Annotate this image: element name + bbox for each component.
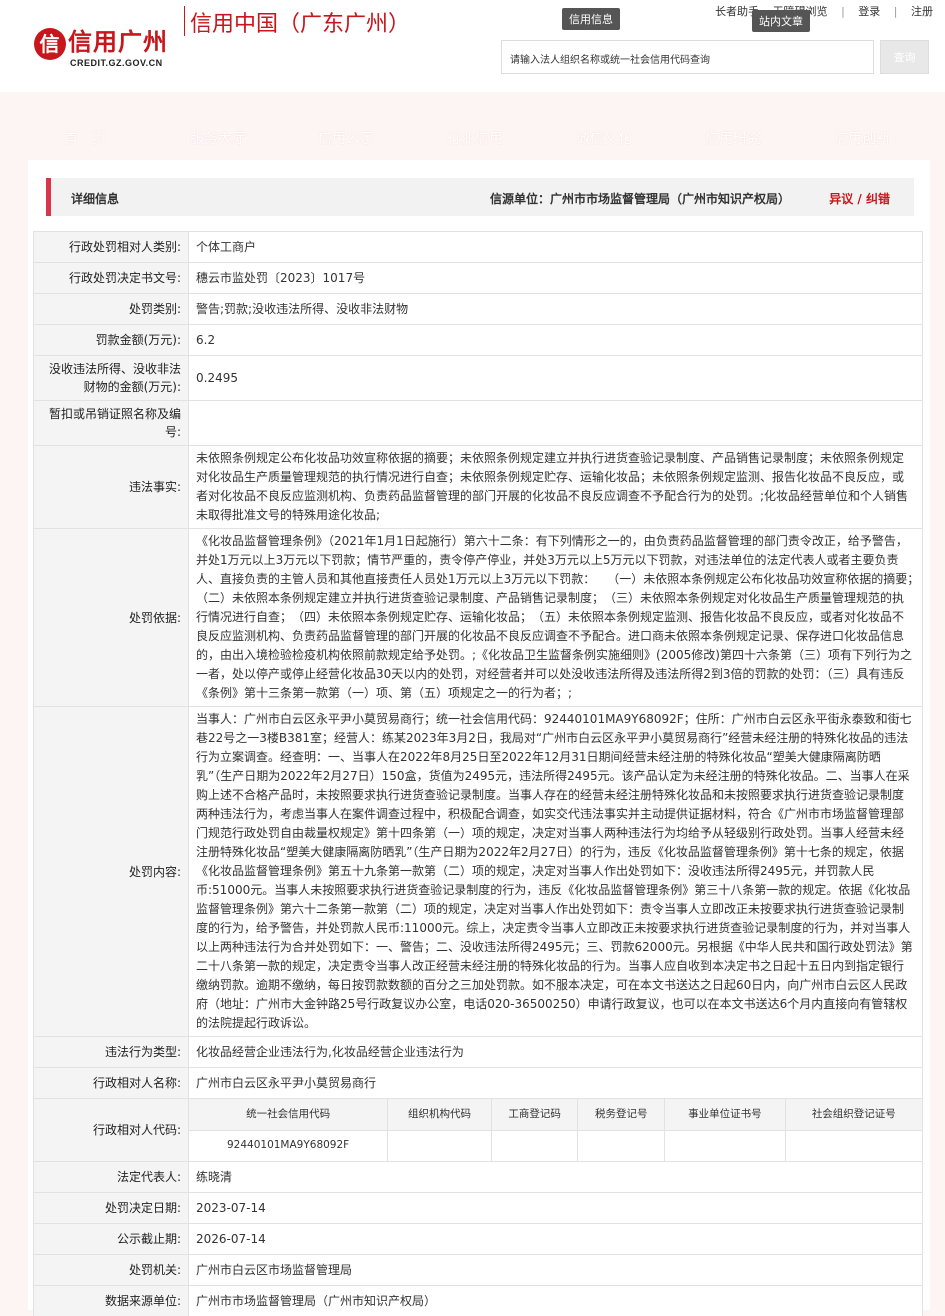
- divider: |: [893, 5, 898, 18]
- field-label: 没收违法所得、没收非法财物的金额(万元):: [33, 355, 189, 401]
- code-value: [577, 1130, 665, 1161]
- code-value: [490, 1130, 578, 1161]
- code-header: 税务登记号: [577, 1099, 665, 1131]
- field-label: 处罚机关:: [33, 1254, 189, 1286]
- expiry-date-value: 2026-07-14: [188, 1223, 923, 1255]
- content-value: 当事人：广州市白云区永平尹小莫贸易商行；统一社会信用代码：92440101MA9…: [188, 706, 923, 1037]
- authority-value: 广州市白云区市场监督管理局: [188, 1254, 923, 1286]
- search-input[interactable]: 请输入法人组织名称或统一社会信用代码查询: [501, 40, 874, 74]
- field-label: 违法事实:: [33, 445, 189, 529]
- logo-text: 信用广州: [68, 27, 168, 56]
- code-subtable: 统一社会信用代码 组织机构代码 工商登记码 税务登记号 事业单位证书号 社会组织…: [189, 1099, 922, 1161]
- field-label: 罚款金额(万元):: [33, 324, 189, 356]
- main-nav: 首 页 服务大厅 信用公示 行业信用 诚信文化 信用研究 信用创新: [0, 92, 945, 156]
- table-row: 行政相对人名称: 广州市白云区永平尹小莫贸易商行: [33, 1067, 923, 1099]
- code-header: 工商登记码: [490, 1099, 578, 1131]
- site-header: 信信用广州 CREDIT.GZ.GOV.CN 信用中国（广东广州） 长者助手 无…: [0, 0, 945, 92]
- tab-site-articles[interactable]: 站内文章: [752, 10, 810, 32]
- table-row: 违法行为类型: 化妆品经营企业违法行为,化妆品经营企业违法行为: [33, 1036, 923, 1068]
- field-label: 处罚依据:: [33, 528, 189, 707]
- nav-credit-innovation[interactable]: 信用创新: [834, 128, 890, 148]
- code-value: 92440101MA9Y68092F: [226, 1139, 350, 1152]
- tab-credit-info[interactable]: 信用信息: [562, 8, 620, 30]
- detail-header: 详细信息 信源单位：广州市市场监督管理局（广州市知识产权局） 异议 / 纠错: [46, 178, 914, 216]
- fine-value: 6.2: [188, 324, 923, 356]
- legal-rep-value: 练晓清: [188, 1161, 923, 1193]
- table-row: 行政处罚相对人类别: 个体工商户: [33, 231, 923, 263]
- top-links: 长者助手 无障碍浏览 | 登录 | 注册: [705, 3, 933, 19]
- table-row: 数据来源单位: 广州市市场监督管理局（广州市知识产权局）: [33, 1285, 923, 1316]
- field-label: 公示截止期:: [33, 1223, 189, 1255]
- nav-home[interactable]: 首 页: [64, 128, 106, 148]
- credit-seal-icon: 信: [34, 27, 66, 60]
- detail-source: 信源单位：广州市市场监督管理局（广州市知识产权局）: [489, 192, 790, 206]
- nav-service-hall[interactable]: 服务大厅: [190, 128, 246, 148]
- table-row: 处罚决定日期: 2023-07-14: [33, 1192, 923, 1224]
- logo-secondary: 信用中国（广东广州）: [190, 12, 411, 37]
- field-label: 行政相对人代码:: [33, 1098, 189, 1162]
- code-value: [784, 1130, 922, 1161]
- logo-divider: [184, 6, 185, 36]
- suspend-value: [188, 400, 923, 446]
- penalty-detail-table: 行政处罚相对人类别: 个体工商户 行政处罚决定书文号: 穗云市监处罚〔2023〕…: [33, 231, 925, 1316]
- field-label: 行政处罚决定书文号:: [33, 262, 189, 294]
- search-button[interactable]: 查询: [880, 40, 929, 74]
- register-link[interactable]: 注册: [911, 5, 933, 18]
- field-label: 行政处罚相对人类别:: [33, 231, 189, 263]
- code-value-row: 92440101MA9Y68092F: [189, 1130, 922, 1161]
- code-header: 社会组织登记证号: [784, 1099, 922, 1131]
- table-row: 违法事实: 未依照条例规定公布化妆品功效宣称依据的摘要；未依照条例规定建立并执行…: [33, 445, 923, 529]
- code-header: 组织机构代码: [387, 1099, 492, 1131]
- field-label: 数据来源单位:: [33, 1285, 189, 1316]
- field-label: 违法行为类型:: [33, 1036, 189, 1068]
- table-row: 暂扣或吊销证照名称及编号:: [33, 400, 923, 446]
- login-link[interactable]: 登录: [858, 5, 880, 18]
- divider: |: [841, 5, 845, 18]
- violation-type-value: 化妆品经营企业违法行为,化妆品经营企业违法行为: [188, 1036, 923, 1068]
- field-label: 处罚内容:: [33, 706, 189, 1037]
- table-row: 行政相对人代码: 统一社会信用代码 组织机构代码 工商登记码 税务登记号 事业单…: [33, 1098, 923, 1162]
- detail-title: 详细信息: [71, 192, 120, 206]
- nav-integrity-culture[interactable]: 诚信文化: [576, 128, 632, 148]
- subject-code-cell: 统一社会信用代码 组织机构代码 工商登记码 税务登记号 事业单位证书号 社会组织…: [188, 1098, 923, 1162]
- table-row: 法定代表人: 练晓清: [33, 1161, 923, 1193]
- table-row: 处罚内容: 当事人：广州市白云区永平尹小莫贸易商行；统一社会信用代码：92440…: [33, 706, 923, 1037]
- field-label: 暂扣或吊销证照名称及编号:: [33, 400, 189, 446]
- table-row: 行政处罚决定书文号: 穗云市监处罚〔2023〕1017号: [33, 262, 923, 294]
- facts-value: 未依照条例规定公布化妆品功效宣称依据的摘要；未依照条例规定建立并执行进货查验记录…: [188, 445, 923, 529]
- table-row: 没收违法所得、没收非法财物的金额(万元): 0.2495: [33, 355, 923, 401]
- subject-name-value: 广州市白云区永平尹小莫贸易商行: [188, 1067, 923, 1099]
- code-header: 统一社会信用代码: [189, 1099, 388, 1131]
- category-value: 警告;罚款;没收违法所得、没收非法财物: [188, 293, 923, 325]
- field-label: 法定代表人:: [33, 1161, 189, 1193]
- nav-credit-research[interactable]: 信用研究: [705, 128, 761, 148]
- nav-credit-publicity[interactable]: 信用公示: [318, 128, 374, 148]
- code-header: 事业单位证书号: [664, 1099, 786, 1131]
- nav-industry-credit[interactable]: 行业信用: [447, 128, 503, 148]
- subject-type-value: 个体工商户: [188, 231, 923, 263]
- data-source-value: 广州市市场监督管理局（广州市知识产权局）: [188, 1285, 923, 1316]
- table-row: 公示截止期: 2026-07-14: [33, 1223, 923, 1255]
- objection-link[interactable]: 异议 / 纠错: [829, 190, 890, 207]
- table-row: 处罚机关: 广州市白云区市场监督管理局: [33, 1254, 923, 1286]
- confiscated-value: 0.2495: [188, 355, 923, 401]
- table-row: 罚款金额(万元): 6.2: [33, 324, 923, 356]
- table-row: 处罚依据: 《化妆品监督管理条例》（2021年1月1日起施行）第六十二条：有下列…: [33, 528, 925, 707]
- field-label: 行政相对人名称:: [33, 1067, 189, 1099]
- doc-number-value: 穗云市监处罚〔2023〕1017号: [188, 262, 923, 294]
- code-value: [664, 1130, 786, 1161]
- table-row: 处罚类别: 警告;罚款;没收违法所得、没收非法财物: [33, 293, 923, 325]
- field-label: 处罚决定日期:: [33, 1192, 189, 1224]
- basis-value: 《化妆品监督管理条例》（2021年1月1日起施行）第六十二条：有下列情形之一的，…: [188, 528, 925, 707]
- code-header-row: 统一社会信用代码 组织机构代码 工商登记码 税务登记号 事业单位证书号 社会组织…: [189, 1099, 922, 1131]
- field-label: 处罚类别:: [33, 293, 189, 325]
- logo-domain: CREDIT.GZ.GOV.CN: [70, 58, 163, 68]
- decision-date-value: 2023-07-14: [188, 1192, 923, 1224]
- code-value: [387, 1130, 492, 1161]
